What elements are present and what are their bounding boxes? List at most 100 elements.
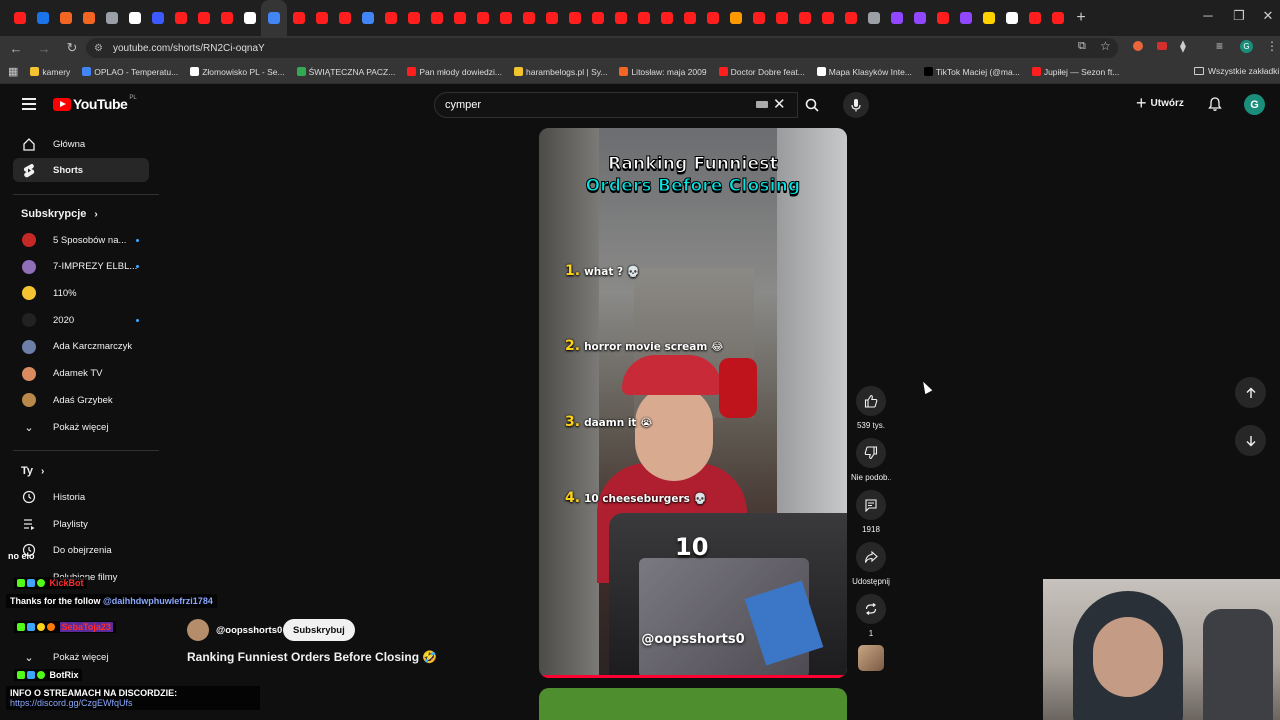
subscription-item[interactable]: 5 Sposobów na... xyxy=(13,228,149,252)
browser-tab[interactable] xyxy=(931,0,954,36)
browser-tab[interactable] xyxy=(448,0,471,36)
menu-kebab-icon[interactable]: ⋮ xyxy=(1266,39,1278,53)
extension-icon[interactable] xyxy=(1157,42,1167,50)
browser-tab[interactable] xyxy=(333,0,356,36)
browser-tab[interactable] xyxy=(747,0,770,36)
voice-search-button[interactable] xyxy=(843,92,869,118)
browser-tab[interactable] xyxy=(215,0,238,36)
browser-tab[interactable] xyxy=(402,0,425,36)
subscription-item[interactable]: Adamek TV xyxy=(13,362,149,386)
subscription-item[interactable]: 110% xyxy=(13,281,149,305)
minimize-icon[interactable]: ─ xyxy=(1196,8,1220,23)
bookmark-item[interactable]: Doctor Dobre feat... xyxy=(718,67,805,77)
browser-tab[interactable] xyxy=(655,0,678,36)
previous-short-button[interactable] xyxy=(1235,377,1266,408)
bookmark-item[interactable]: Pan młody dowiedzi... xyxy=(407,67,502,77)
next-short-preview[interactable] xyxy=(539,688,847,720)
short-video-player[interactable]: Ranking Funniest Orders Before Closing 1… xyxy=(539,128,847,678)
browser-tab[interactable] xyxy=(192,0,215,36)
browser-tab[interactable] xyxy=(261,0,287,36)
share-button[interactable]: Udostępnij xyxy=(851,542,891,586)
browser-tab[interactable] xyxy=(632,0,655,36)
browser-tab[interactable] xyxy=(54,0,77,36)
browser-tab[interactable] xyxy=(425,0,448,36)
bookmark-item[interactable]: kamery xyxy=(30,67,70,77)
browser-tab[interactable] xyxy=(310,0,333,36)
dislike-button[interactable]: Nie podob... xyxy=(851,438,891,482)
browser-tab[interactable] xyxy=(908,0,931,36)
browser-tab[interactable] xyxy=(123,0,146,36)
you-heading[interactable]: Ty › xyxy=(21,465,44,477)
cast-icon[interactable]: ⧉ xyxy=(1078,40,1086,53)
show-more-you[interactable]: ⌄ Pokaż więcej xyxy=(13,645,149,669)
browser-tab[interactable] xyxy=(8,0,31,36)
sidebar-item-shorts[interactable]: Shorts xyxy=(13,158,149,182)
browser-tab[interactable] xyxy=(146,0,169,36)
clear-search-icon[interactable]: ✕ xyxy=(773,95,786,113)
browser-tab[interactable] xyxy=(169,0,192,36)
browser-tab[interactable] xyxy=(1046,0,1069,36)
browser-tab[interactable] xyxy=(356,0,379,36)
browser-tab[interactable] xyxy=(540,0,563,36)
browser-tab[interactable] xyxy=(471,0,494,36)
url-field[interactable]: ⚙ youtube.com/shorts/RN2Ci-oqnaY xyxy=(86,38,1118,58)
next-short-button[interactable] xyxy=(1235,425,1266,456)
browser-tab[interactable] xyxy=(816,0,839,36)
bookmark-item[interactable]: Litosław: maja 2009 xyxy=(619,67,707,77)
sidebar-item-playlists[interactable]: Playlisty xyxy=(13,512,149,536)
browser-tab[interactable] xyxy=(1023,0,1046,36)
browser-tab[interactable] xyxy=(862,0,885,36)
bookmark-item[interactable]: OPLAO - Temperatu... xyxy=(82,67,178,77)
close-window-icon[interactable]: ✕ xyxy=(1256,8,1280,24)
channel-name[interactable]: @oopsshorts0 xyxy=(216,625,282,636)
subscriptions-heading[interactable]: Subskrypcje › xyxy=(21,208,98,220)
notifications-icon[interactable] xyxy=(1207,96,1223,117)
restore-icon[interactable]: ❐ xyxy=(1227,8,1251,24)
keyboard-icon[interactable] xyxy=(756,101,768,108)
menu-icon[interactable] xyxy=(22,98,36,110)
browser-tab[interactable] xyxy=(31,0,54,36)
subscription-item[interactable]: Ada Karczmarczyk xyxy=(13,335,149,359)
browser-tab[interactable] xyxy=(839,0,862,36)
browser-tab[interactable] xyxy=(287,0,310,36)
subscription-item[interactable]: Adaś Grzybek xyxy=(13,388,149,412)
youtube-logo[interactable]: YouTube PL xyxy=(53,95,137,112)
bookmark-item[interactable]: Mapa Klasyków Inte... xyxy=(816,67,912,77)
extension-icon[interactable] xyxy=(1133,41,1143,51)
video-progress-bar[interactable] xyxy=(539,675,847,678)
browser-tab[interactable] xyxy=(586,0,609,36)
sidebar-item-home[interactable]: Główna xyxy=(13,132,149,156)
short-title[interactable]: Ranking Funniest Orders Before Closing 🤣 xyxy=(187,650,437,664)
browser-tab[interactable] xyxy=(238,0,261,36)
sound-thumbnail[interactable] xyxy=(858,645,884,671)
subscription-item[interactable]: 2020 xyxy=(13,308,149,332)
show-more-subscriptions[interactable]: ⌄ Pokaż więcej xyxy=(13,415,149,439)
browser-tab[interactable] xyxy=(701,0,724,36)
bookmark-star-icon[interactable]: ☆ xyxy=(1100,39,1111,53)
bookmark-item[interactable]: TikTok Maciej (@ma... xyxy=(923,67,1020,77)
bookmark-item[interactable]: harambelogs.pl | Sy... xyxy=(514,67,607,77)
browser-tab[interactable] xyxy=(77,0,100,36)
search-button[interactable] xyxy=(798,92,826,118)
extensions-puzzle-icon[interactable]: ⧫ xyxy=(1180,39,1186,53)
browser-tab[interactable] xyxy=(977,0,1000,36)
site-info-icon[interactable]: ⚙ xyxy=(94,43,103,54)
channel-avatar[interactable] xyxy=(187,619,209,641)
bookmark-item[interactable]: ŚWIĄTECZNA PACZ... xyxy=(296,67,395,77)
all-bookmarks[interactable]: Wszystkie zakładki xyxy=(1194,66,1279,76)
media-icon[interactable]: ≡ xyxy=(1216,39,1223,53)
like-button[interactable]: 539 tys. xyxy=(851,386,891,430)
new-tab-icon[interactable]: + xyxy=(1069,9,1093,27)
subscription-item[interactable]: 7-IMPREZY ELBL... xyxy=(13,255,149,279)
browser-tab[interactable] xyxy=(517,0,540,36)
create-button[interactable]: + Utwórz xyxy=(1136,94,1184,112)
browser-tab[interactable] xyxy=(563,0,586,36)
apps-grid-icon[interactable]: ▦ xyxy=(8,65,18,78)
subscribe-button[interactable]: Subskrybuj xyxy=(283,619,355,641)
bookmark-item[interactable]: Jupiłej — Sezon ft... xyxy=(1031,67,1119,77)
bookmark-item[interactable]: Złomowisko PL - Se... xyxy=(190,67,285,77)
back-icon[interactable]: ← xyxy=(4,41,28,56)
browser-tab[interactable] xyxy=(724,0,747,36)
search-input[interactable]: cymper xyxy=(434,92,798,118)
browser-tab[interactable] xyxy=(954,0,977,36)
